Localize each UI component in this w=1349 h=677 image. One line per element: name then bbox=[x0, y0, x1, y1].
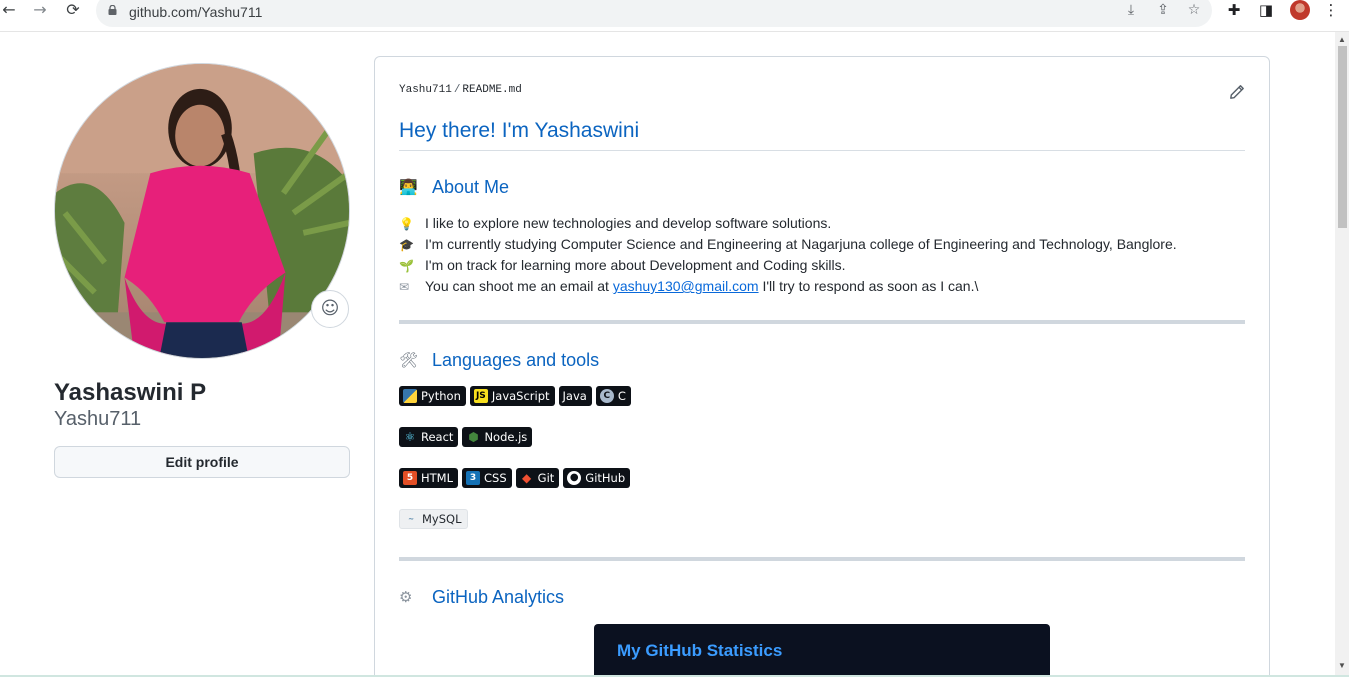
edit-profile-button[interactable]: Edit profile bbox=[54, 446, 350, 478]
edit-pencil-icon[interactable] bbox=[1229, 84, 1245, 100]
lightbulb-icon: 💡 bbox=[399, 217, 414, 231]
react-badge[interactable]: ⚛ React bbox=[399, 427, 459, 447]
share-icon[interactable]: ⇪ bbox=[1155, 2, 1171, 18]
back-arrow-icon[interactable]: ← bbox=[0, 1, 18, 19]
about-line-text: I'm on track for learning more about Dev… bbox=[425, 257, 846, 273]
set-status-smiley-icon[interactable]: ☺ bbox=[311, 290, 349, 328]
github-stats-card: My GitHub Statistics bbox=[594, 624, 1050, 677]
analytics-label: GitHub Analytics bbox=[432, 587, 565, 607]
about-line-text: I'm currently studying Computer Science … bbox=[425, 236, 1177, 252]
java-badge-label: Java bbox=[562, 389, 587, 403]
side-panel-icon[interactable]: ◨ bbox=[1257, 1, 1275, 19]
c-badge-label: C bbox=[617, 389, 626, 403]
address-bar[interactable]: github.com/Yashu711 ⤓ ⇪ ☆ bbox=[96, 0, 1212, 27]
profile-fullname: Yashaswini P bbox=[54, 379, 207, 406]
scroll-down-arrow-icon[interactable]: ▼ bbox=[1338, 662, 1346, 670]
badge-row: Python JS JavaScript Java CC bbox=[399, 386, 631, 406]
menu-kebab-icon[interactable]: ⋮ bbox=[1322, 1, 1340, 19]
react-atom-icon: ⚛ bbox=[404, 430, 416, 444]
browser-profile-avatar[interactable] bbox=[1290, 0, 1310, 20]
about-line-text: I like to explore new technologies and d… bbox=[425, 215, 832, 231]
breadcrumb-user-link[interactable]: Yashu711 bbox=[399, 84, 452, 96]
email-prefix-text: You can shoot me an email at bbox=[425, 278, 609, 294]
page-scrollbar[interactable]: ▲ ▼ bbox=[1335, 32, 1349, 677]
languages-label: Languages and tools bbox=[432, 350, 600, 370]
email-link[interactable]: yashuy130@gmail.com bbox=[613, 278, 759, 294]
about-line: 🎓 I'm currently studying Computer Science… bbox=[399, 236, 1177, 252]
mysql-badge[interactable]: ~ MySQL bbox=[399, 509, 468, 529]
css-badge-label: CSS bbox=[484, 471, 507, 485]
about-me-heading: 👨‍💻 About Me bbox=[399, 177, 509, 198]
envelope-icon: ✉ bbox=[399, 280, 410, 294]
react-badge-label: React bbox=[421, 430, 454, 444]
nodejs-badge-label: Node.js bbox=[484, 430, 528, 444]
c-language-icon: C bbox=[599, 389, 614, 403]
about-me-label: About Me bbox=[432, 177, 510, 197]
git-badge-label: Git bbox=[537, 471, 555, 485]
languages-heading: 🛠 Languages and tools bbox=[399, 350, 599, 371]
about-line: 💡 I like to explore new technologies and … bbox=[399, 215, 831, 231]
javascript-icon: JS bbox=[473, 389, 488, 403]
github-octocat-icon: ● bbox=[567, 471, 582, 485]
section-divider bbox=[399, 320, 1245, 324]
html-badge-label: HTML bbox=[421, 471, 454, 485]
git-diamond-icon: ◆ bbox=[522, 471, 532, 485]
readme-title: Hey there! I'm Yashaswini bbox=[399, 119, 640, 142]
badge-row: ⚛ React ⬢ Node.js bbox=[399, 427, 533, 447]
python-icon bbox=[403, 389, 417, 403]
stats-card-title: My GitHub Statistics bbox=[617, 641, 783, 660]
section-divider bbox=[399, 557, 1245, 561]
install-icon[interactable]: ⤓ bbox=[1123, 2, 1139, 18]
nodejs-hexagon-icon: ⬢ bbox=[468, 430, 479, 444]
python-badge[interactable]: Python bbox=[399, 386, 466, 406]
profile-avatar[interactable] bbox=[54, 63, 350, 359]
graduation-cap-icon: 🎓 bbox=[399, 238, 414, 252]
css-badge[interactable]: 3 CSS bbox=[462, 468, 512, 488]
analytics-heading: ⚙ GitHub Analytics bbox=[399, 587, 564, 608]
html-badge[interactable]: 5 HTML bbox=[399, 468, 459, 488]
javascript-badge-label: JavaScript bbox=[491, 389, 550, 403]
github-badge-label: GitHub bbox=[585, 471, 626, 485]
java-badge[interactable]: Java bbox=[558, 386, 592, 406]
breadcrumb-separator: / bbox=[453, 84, 461, 96]
mysql-badge-label: MySQL bbox=[422, 512, 462, 526]
nodejs-badge[interactable]: ⬢ Node.js bbox=[462, 427, 533, 447]
title-divider bbox=[399, 150, 1245, 151]
extensions-puzzle-icon[interactable]: ✚ bbox=[1225, 1, 1243, 19]
lock-icon bbox=[108, 5, 117, 15]
profile-username: Yashu711 bbox=[54, 408, 142, 430]
github-badge[interactable]: ● GitHub bbox=[563, 468, 631, 488]
hammer-wrench-icon: 🛠 bbox=[399, 351, 419, 369]
git-badge[interactable]: ◆ Git bbox=[515, 468, 560, 488]
c-badge[interactable]: CC bbox=[595, 386, 631, 406]
gear-icon: ⚙ bbox=[399, 588, 413, 606]
mysql-dolphin-icon: ~ bbox=[408, 515, 414, 523]
python-badge-label: Python bbox=[421, 389, 461, 403]
breadcrumb-file-link[interactable]: README.md bbox=[462, 84, 521, 96]
browser-toolbar: ← → ⟳ github.com/Yashu711 ⤓ ⇪ ☆ ✚ ◨ ⋮ bbox=[0, 0, 1349, 32]
reload-icon[interactable]: ⟳ bbox=[64, 1, 82, 19]
css3-icon: 3 bbox=[466, 471, 481, 485]
readme-card: Yashu711/README.md Hey there! I'm Yashas… bbox=[374, 56, 1270, 677]
forward-arrow-icon[interactable]: → bbox=[31, 1, 49, 19]
scroll-up-arrow-icon[interactable]: ▲ bbox=[1338, 36, 1346, 44]
html5-icon: 5 bbox=[403, 471, 417, 485]
readme-breadcrumb: Yashu711/README.md bbox=[399, 84, 522, 96]
badge-row: ~ MySQL bbox=[399, 509, 468, 529]
profile-photo bbox=[55, 64, 349, 358]
scrollbar-thumb[interactable] bbox=[1338, 46, 1347, 228]
about-line: 🌱 I'm on track for learning more about De… bbox=[399, 257, 846, 273]
url-text[interactable]: github.com/Yashu711 bbox=[129, 4, 262, 20]
badge-row: 5 HTML 3 CSS ◆ Git ● GitHub bbox=[399, 468, 631, 488]
email-suffix-text: I'll try to respond as soon as I can.\ bbox=[762, 278, 979, 294]
bookmark-star-icon[interactable]: ☆ bbox=[1186, 2, 1202, 18]
about-line: ✉ You can shoot me an email at yashuy130@… bbox=[399, 278, 978, 294]
technologist-icon: 👨‍💻 bbox=[399, 178, 418, 196]
seedling-icon: 🌱 bbox=[399, 259, 414, 273]
javascript-badge[interactable]: JS JavaScript bbox=[469, 386, 555, 406]
